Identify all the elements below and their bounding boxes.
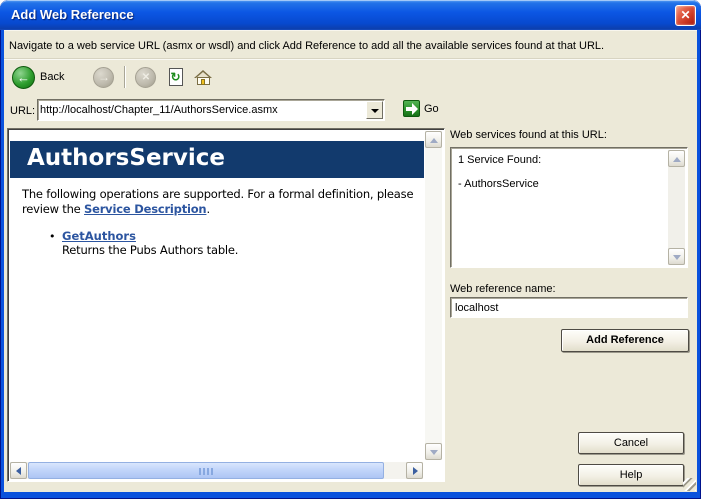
preview-vertical-scrollbar[interactable] (425, 131, 442, 460)
browser-toolbar: ← Back → ✕ ↻ (12, 63, 213, 91)
help-button[interactable]: Help (578, 464, 684, 486)
web-reference-name-field[interactable] (450, 297, 688, 318)
scroll-left-button[interactable] (10, 462, 27, 479)
back-button[interactable]: ← (12, 66, 35, 89)
services-found-listbox[interactable]: 1 Service Found: - AuthorsService (450, 147, 688, 268)
home-icon-door (201, 79, 205, 85)
close-icon: ✕ (680, 8, 690, 22)
instruction-text: Navigate to a web service URL (asmx or w… (9, 40, 604, 52)
back-arrow-icon: ← (17, 70, 30, 85)
web-service-preview-pane: AuthorsService The following operations … (7, 128, 445, 482)
go-control[interactable]: Go (403, 100, 439, 117)
separator-line (4, 58, 697, 60)
url-dropdown-button[interactable] (366, 101, 383, 119)
scroll-right-button[interactable] (406, 462, 423, 479)
service-intro-paragraph: The following operations are supported. … (22, 187, 423, 217)
services-found-label: Web services found at this URL: (450, 129, 607, 141)
chevron-right-icon (413, 467, 418, 475)
listbox-scroll-down-button[interactable] (668, 248, 685, 265)
stop-button[interactable]: ✕ (135, 67, 156, 88)
refresh-icon: ↻ (170, 70, 180, 84)
web-reference-name-label: Web reference name: (450, 283, 556, 295)
close-button[interactable]: ✕ (675, 5, 696, 26)
chevron-down-icon (673, 255, 681, 260)
title-bar[interactable]: Add Web Reference ✕ (0, 0, 701, 30)
url-label: URL: (10, 105, 35, 117)
forward-arrow-icon: → (98, 70, 110, 84)
go-icon[interactable] (403, 100, 420, 117)
chevron-down-icon (430, 450, 438, 455)
home-button[interactable] (194, 69, 213, 86)
add-reference-button[interactable]: Add Reference (561, 329, 689, 352)
url-input[interactable] (40, 102, 364, 118)
url-combobox[interactable] (37, 99, 385, 121)
horizontal-scroll-thumb[interactable] (28, 462, 384, 479)
intro-suffix: . (206, 202, 209, 216)
window-title: Add Web Reference (11, 7, 134, 22)
chevron-left-icon (16, 467, 21, 475)
scroll-down-button[interactable] (425, 443, 442, 460)
refresh-button[interactable]: ↻ (169, 68, 183, 86)
toolbar-separator (124, 66, 126, 88)
bullet-icon: • (49, 230, 56, 243)
resize-grip[interactable] (683, 478, 696, 491)
forward-button[interactable]: → (93, 67, 114, 88)
intro-text: The following operations are supported. … (22, 187, 413, 216)
chevron-up-icon (430, 138, 438, 143)
services-found-summary: 1 Service Found: (458, 154, 541, 166)
cancel-button[interactable]: Cancel (578, 432, 684, 454)
service-title: AuthorsService (27, 145, 225, 171)
service-title-banner: AuthorsService (10, 141, 424, 178)
service-list-item[interactable]: - AuthorsService (458, 178, 539, 190)
preview-horizontal-scrollbar[interactable] (10, 462, 423, 479)
chevron-up-icon (673, 157, 681, 162)
stop-icon: ✕ (142, 72, 150, 83)
operation-description: Returns the Pubs Authors table. (62, 243, 238, 257)
listbox-scroll-up-button[interactable] (668, 150, 685, 167)
getauthors-link[interactable]: GetAuthors (62, 229, 136, 243)
listbox-vertical-scrollbar[interactable] (668, 150, 685, 265)
dialog-client-area: Navigate to a web service URL (asmx or w… (4, 30, 697, 492)
service-description-link[interactable]: Service Description (84, 202, 206, 216)
web-reference-name-input[interactable] (453, 300, 685, 315)
scroll-up-button[interactable] (425, 131, 442, 148)
go-icon-tri (412, 103, 418, 115)
back-button-label[interactable]: Back (40, 71, 64, 83)
add-web-reference-dialog: Add Web Reference ✕ Navigate to a web se… (0, 0, 701, 499)
go-label[interactable]: Go (424, 103, 439, 115)
